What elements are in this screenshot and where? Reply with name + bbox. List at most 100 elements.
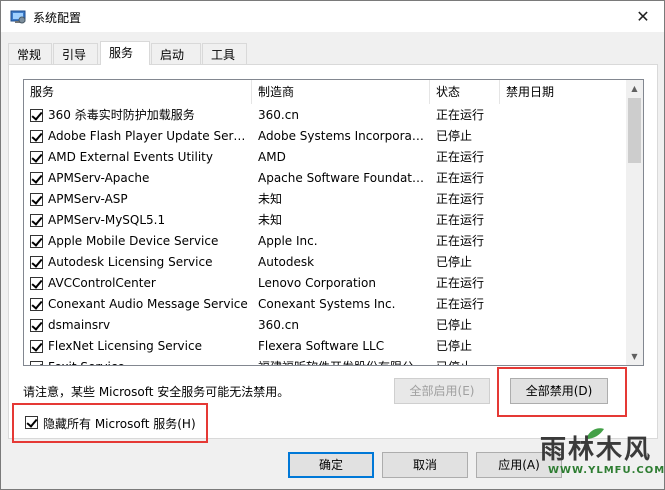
scroll-up-icon[interactable]: ▲	[626, 80, 643, 97]
service-rows: 360 杀毒实时防护加载服务 360.cn 正在运行 Adobe Flash Play…	[24, 105, 624, 365]
service-status: 正在运行	[436, 192, 485, 206]
service-vendor: 福建福昕软件开发股份有限公	[258, 357, 426, 365]
column-header-vendor[interactable]: 制造商	[252, 80, 430, 104]
service-status: 已停止	[436, 255, 473, 269]
service-name: 360 杀毒实时防护加载服务	[48, 108, 195, 122]
service-status: 已停止	[436, 318, 473, 332]
system-config-window: 系统配置 ✕ 常规 引导 服务 启动 工具 服务 制造商 状态 禁用日期 360…	[0, 0, 665, 490]
service-disabled-date	[506, 147, 616, 168]
service-checkbox[interactable]	[30, 319, 43, 332]
notice-text: 请注意，某些 Microsoft 安全服务可能无法禁用。	[23, 385, 290, 399]
service-vendor: 360.cn	[258, 108, 299, 122]
service-name: AVCControlCenter	[48, 276, 156, 290]
service-vendor: 未知	[258, 213, 283, 227]
service-vendor: Adobe Systems Incorporat...	[258, 129, 426, 143]
tab-tools[interactable]: 工具	[202, 43, 247, 64]
column-header-service[interactable]: 服务	[24, 80, 252, 104]
service-checkbox[interactable]	[30, 277, 43, 290]
column-header-status[interactable]: 状态	[430, 80, 500, 104]
service-disabled-date	[506, 273, 616, 294]
service-status: 正在运行	[436, 150, 485, 164]
watermark-text: 雨林木风	[540, 435, 653, 465]
service-disabled-date	[506, 126, 616, 147]
service-status: 正在运行	[436, 234, 485, 248]
service-vendor: Lenovo Corporation	[258, 276, 376, 290]
service-checkbox[interactable]	[30, 361, 43, 365]
tab-services[interactable]: 服务	[100, 41, 150, 65]
service-name: Conexant Audio Message Service	[48, 297, 248, 311]
table-row[interactable]: Adobe Flash Player Update Servi... Adobe …	[24, 126, 624, 147]
service-disabled-date	[506, 336, 616, 357]
table-row[interactable]: Foxit Service 福建福昕软件开发股份有限公 已停止	[24, 357, 624, 365]
service-status: 已停止	[436, 339, 473, 353]
close-button[interactable]: ✕	[632, 6, 654, 28]
table-row[interactable]: APMServ-ASP 未知 正在运行	[24, 189, 624, 210]
service-checkbox[interactable]	[30, 214, 43, 227]
enable-all-button[interactable]: 全部启用(E)	[394, 378, 490, 404]
table-row[interactable]: Conexant Audio Message Service Conexant S…	[24, 294, 624, 315]
service-disabled-date	[506, 252, 616, 273]
scroll-thumb[interactable]	[628, 98, 641, 163]
title-bar[interactable]: 系统配置 ✕	[1, 1, 664, 32]
table-row[interactable]: dsmainsrv 360.cn 已停止	[24, 315, 624, 336]
watermark-url: WWW.YLMFU.COM	[548, 465, 665, 476]
table-row[interactable]: AVCControlCenter Lenovo Corporation 正在运行	[24, 273, 624, 294]
service-name: Adobe Flash Player Update Servi...	[48, 129, 248, 143]
service-checkbox[interactable]	[30, 109, 43, 122]
column-header-disabled-date[interactable]: 禁用日期	[500, 80, 624, 104]
service-checkbox[interactable]	[30, 130, 43, 143]
service-checkbox[interactable]	[30, 193, 43, 206]
vertical-scrollbar[interactable]: ▲ ▼	[626, 80, 643, 365]
service-disabled-date	[506, 210, 616, 231]
cancel-button[interactable]: 取消	[382, 452, 468, 478]
service-disabled-date	[506, 168, 616, 189]
service-vendor: 360.cn	[258, 318, 299, 332]
service-vendor: Flexera Software LLC	[258, 339, 385, 353]
table-row[interactable]: APMServ-MySQL5.1 未知 正在运行	[24, 210, 624, 231]
tab-startup[interactable]: 启动	[151, 43, 201, 64]
service-name: Foxit Service	[48, 357, 248, 365]
service-vendor: Apple Inc.	[258, 234, 318, 248]
service-checkbox[interactable]	[30, 298, 43, 311]
system-config-icon	[10, 10, 26, 24]
service-name: APMServ-MySQL5.1	[48, 213, 166, 227]
service-checkbox[interactable]	[30, 340, 43, 353]
service-name: APMServ-Apache	[48, 171, 150, 185]
highlight-box-hide-ms	[12, 403, 208, 443]
service-checkbox[interactable]	[30, 151, 43, 164]
service-vendor: Autodesk	[258, 255, 315, 269]
service-vendor: 未知	[258, 192, 283, 206]
tab-general[interactable]: 常规	[8, 43, 52, 64]
table-row[interactable]: Autodesk Licensing Service Autodesk 已停止	[24, 252, 624, 273]
watermark-logo: 雨林木风 WWW.YLMFU.COM	[526, 427, 664, 487]
ok-button[interactable]: 确定	[288, 452, 374, 478]
service-disabled-date	[506, 357, 616, 365]
tab-boot[interactable]: 引导	[53, 43, 98, 64]
table-row[interactable]: AMD External Events Utility AMD 正在运行	[24, 147, 624, 168]
service-checkbox[interactable]	[30, 256, 43, 269]
service-status: 已停止	[436, 357, 500, 365]
service-name: dsmainsrv	[48, 318, 111, 332]
service-status: 正在运行	[436, 297, 485, 311]
highlight-box-disable-all	[497, 367, 627, 417]
service-name: Apple Mobile Device Service	[48, 234, 219, 248]
service-status: 已停止	[436, 129, 473, 143]
service-checkbox[interactable]	[30, 235, 43, 248]
services-list[interactable]: 服务 制造商 状态 禁用日期 360 杀毒实时防护加载服务 360.cn 正在运行 A…	[23, 79, 644, 366]
service-status: 正在运行	[436, 171, 485, 185]
list-header: 服务 制造商 状态 禁用日期	[24, 80, 624, 104]
table-row[interactable]: FlexNet Licensing Service Flexera Softwar…	[24, 336, 624, 357]
service-name: FlexNet Licensing Service	[48, 339, 202, 353]
service-vendor: Apache Software Foundati...	[258, 171, 426, 185]
service-disabled-date	[506, 315, 616, 336]
service-vendor: AMD	[258, 150, 286, 164]
service-status: 正在运行	[436, 108, 485, 122]
table-row[interactable]: Apple Mobile Device Service Apple Inc. 正在运…	[24, 231, 624, 252]
scroll-down-icon[interactable]: ▼	[626, 348, 643, 365]
service-disabled-date	[506, 231, 616, 252]
table-row[interactable]: 360 杀毒实时防护加载服务 360.cn 正在运行	[24, 105, 624, 126]
service-checkbox[interactable]	[30, 172, 43, 185]
table-row[interactable]: APMServ-Apache Apache Software Foundati..…	[24, 168, 624, 189]
window-title: 系统配置	[33, 11, 82, 25]
service-name: AMD External Events Utility	[48, 150, 213, 164]
